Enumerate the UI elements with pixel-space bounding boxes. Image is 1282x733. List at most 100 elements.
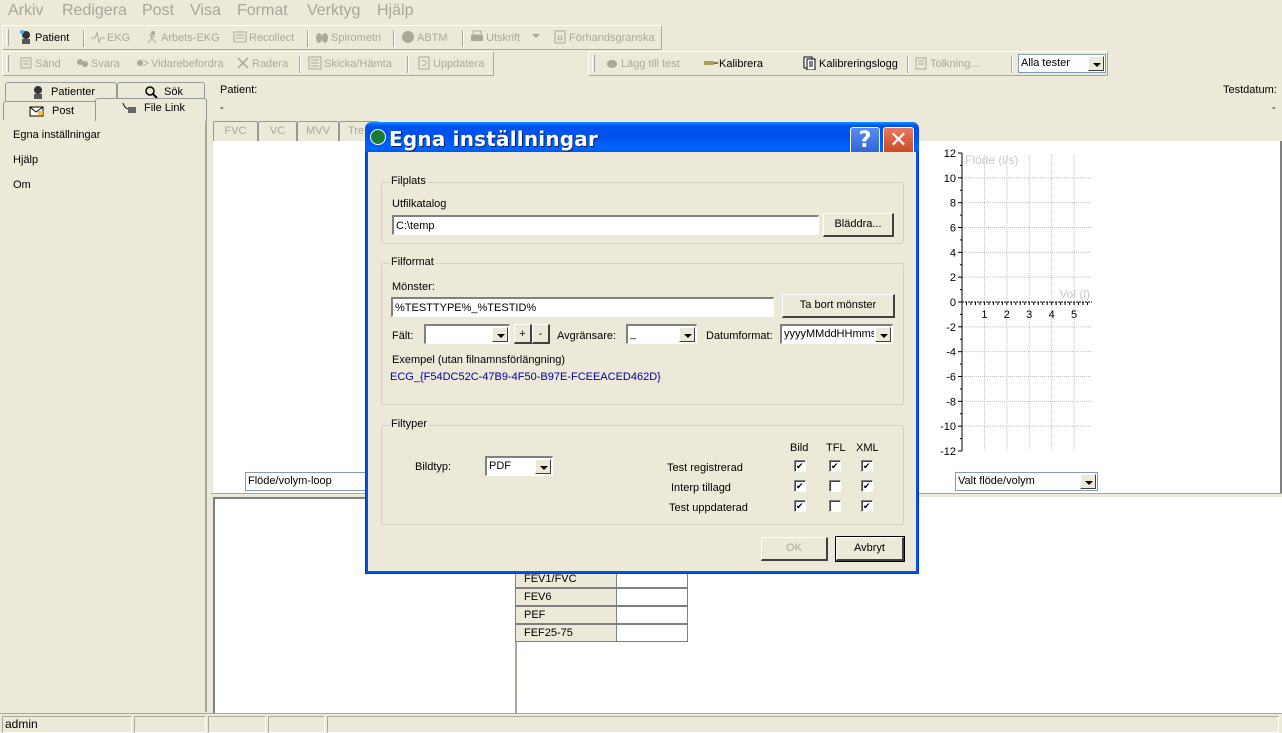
patient-icon	[19, 30, 33, 44]
remove-field-button[interactable]: -	[532, 324, 550, 344]
tab-vc[interactable]: VC	[258, 121, 297, 141]
kalibreringslogg-button[interactable]: Kalibreringslogg	[803, 56, 898, 73]
utfilkatalog-input[interactable]: C:\temp	[392, 215, 819, 235]
test-filter-select[interactable]: Alla tester	[1018, 54, 1106, 73]
spirometri-button[interactable]: Spirometri	[315, 30, 381, 47]
left-graph-select[interactable]: Flöde/volym-loop	[245, 472, 375, 491]
y-tick-label: 6	[950, 223, 956, 235]
utskrift-button[interactable]: Utskrift	[470, 30, 520, 47]
checkbox-bild-interp-tillagd[interactable]	[794, 480, 806, 492]
menu-verktyg[interactable]: Verktyg	[307, 2, 360, 20]
status-cell	[208, 716, 266, 733]
checkbox-bild-test-registrerad[interactable]	[794, 460, 806, 472]
falt-label: Fält:	[392, 330, 414, 342]
tab-fvc[interactable]: FVC	[213, 121, 258, 141]
sidebar-item-om[interactable]: Om	[13, 179, 31, 191]
lagg-till-test-button[interactable]: Lägg till test	[605, 56, 680, 73]
avgransare-select[interactable]: _	[626, 324, 697, 344]
arbets-ekg-button[interactable]: Arbets-EKG	[145, 30, 220, 47]
tab-mvv[interactable]: MVV	[297, 121, 339, 141]
skicka-hamta-button[interactable]: Skicka/Hämta	[308, 56, 392, 73]
browse-button[interactable]: Bläddra...	[823, 213, 894, 237]
add-field-button[interactable]: +	[514, 324, 532, 344]
menu-arkiv[interactable]: Arkiv	[8, 2, 44, 20]
menu-hjalp[interactable]: Hjälp	[377, 2, 413, 20]
y-tick-label: -8	[946, 396, 956, 408]
sidebar-item-hjalp[interactable]: Hjälp	[13, 154, 38, 166]
toolbar-grip[interactable]	[592, 55, 595, 72]
y-tick-label: 8	[950, 198, 956, 210]
separator	[907, 56, 909, 73]
y-axis-label: Flöde (l/s)	[965, 153, 1018, 167]
utskrift-dropdown[interactable]	[531, 30, 541, 47]
abtm-button[interactable]: ABTM	[401, 30, 448, 47]
y-tick-label: -2	[946, 322, 956, 334]
checkbox-tfl-test-uppdaterad[interactable]	[829, 500, 841, 512]
uppdatera-button[interactable]: Uppdatera	[417, 56, 484, 73]
status-user: admin	[2, 716, 132, 733]
checkbox-bild-test-uppdaterad[interactable]	[794, 500, 806, 512]
testdatum-label: Testdatum:	[1223, 84, 1277, 96]
sand-button[interactable]: Sänd	[19, 56, 61, 73]
refresh-icon	[417, 56, 431, 70]
checkbox-tfl-interp-tillagd[interactable]	[829, 480, 841, 492]
x-tick-label: 2	[1004, 309, 1010, 321]
tab-post[interactable]: Post	[3, 101, 98, 120]
y-tick-label: -4	[946, 347, 956, 359]
vidarebefordra-button[interactable]: Vidarebefordra	[135, 56, 224, 73]
menu-visa[interactable]: Visa	[190, 2, 221, 20]
settings-dialog: Egna inställningar ? ✕ Filplats Utfilkat…	[365, 122, 919, 574]
remove-pattern-button[interactable]: Ta bort mönster	[782, 294, 895, 318]
patient-button[interactable]: Patient	[19, 30, 69, 47]
tolkning-button[interactable]: Tolkning...	[914, 56, 980, 73]
monster-input[interactable]: %TESTTYPE%_%TESTID%	[391, 297, 774, 317]
group-label: Filformat	[389, 256, 436, 268]
chevron-down-icon[interactable]	[679, 327, 695, 342]
menu-format[interactable]: Format	[237, 2, 288, 20]
svara-button[interactable]: Svara	[75, 56, 120, 73]
checkbox-xml-test-registrerad[interactable]	[861, 460, 873, 472]
chevron-down-icon[interactable]	[492, 327, 508, 342]
menu-post[interactable]: Post	[142, 2, 174, 20]
right-graph-select[interactable]: Valt flöde/volym	[955, 472, 1098, 491]
lungs-icon	[315, 30, 329, 44]
patient-label: Patient:	[220, 84, 258, 96]
checkbox-xml-interp-tillagd[interactable]	[861, 480, 873, 492]
x-tick-label: 5	[1071, 309, 1077, 321]
recollect-button[interactable]: Recollect	[233, 30, 294, 47]
kalibrera-button[interactable]: Kalibrera	[703, 56, 763, 73]
toolbar-grip[interactable]	[6, 29, 9, 46]
datumformat-select[interactable]: yyyyMMddHHmms	[780, 324, 893, 344]
menu-redigera[interactable]: Redigera	[62, 2, 127, 20]
dialog-title: Egna inställningar	[389, 127, 599, 151]
falt-select[interactable]	[424, 324, 510, 344]
toolbar-grip[interactable]	[6, 55, 9, 72]
chevron-down-icon[interactable]	[875, 327, 891, 342]
patient-icon	[31, 85, 45, 99]
testdatum-value: -	[1272, 102, 1276, 114]
search-icon	[144, 85, 158, 99]
chevron-down-icon[interactable]	[1080, 474, 1096, 489]
reply-icon	[75, 56, 89, 70]
checkbox-tfl-test-registrerad[interactable]	[829, 460, 841, 472]
x-axis-label: Vol (l)	[1059, 287, 1090, 301]
file-link-icon	[121, 101, 136, 115]
cancel-button[interactable]: Avbryt	[835, 536, 905, 562]
chevron-down-icon[interactable]	[1088, 56, 1104, 71]
chevron-down-icon[interactable]	[535, 459, 551, 474]
menu-bar: Arkiv Redigera Post Visa Format Verktyg …	[0, 0, 1282, 24]
radera-button[interactable]: Radera	[236, 56, 288, 73]
checkbox-xml-test-uppdaterad[interactable]	[861, 500, 873, 512]
forhandsgranska-button[interactable]: Förhandsgranska	[553, 30, 655, 47]
dialog-titlebar[interactable]: Egna inställningar ? ✕	[365, 122, 919, 157]
column-tfl: TFL	[826, 442, 846, 454]
ekg-button[interactable]: EKG	[91, 30, 130, 47]
ok-button[interactable]: OK	[761, 537, 828, 561]
column-bild: Bild	[790, 442, 809, 454]
tab-file-link[interactable]: File Link	[95, 98, 207, 121]
filtyper-group: Filtyper Bildtyp: PDF Bild TFL XML Test …	[381, 418, 904, 525]
sidebar-item-egna-installningar[interactable]: Egna inställningar	[13, 129, 100, 141]
example-label: Exempel (utan filnamnsförlängning)	[392, 354, 566, 366]
bildtyp-select[interactable]: PDF	[485, 456, 553, 476]
filformat-group: Filformat Mönster: %TESTTYPE%_%TESTID% T…	[381, 256, 904, 405]
